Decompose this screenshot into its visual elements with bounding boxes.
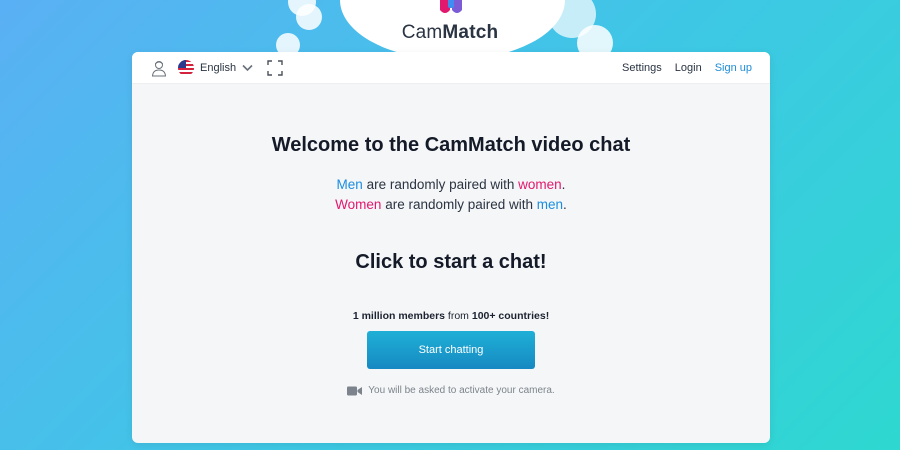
welcome-content: Welcome to the CamMatch video chat Men a… bbox=[132, 134, 770, 396]
men-word: men bbox=[536, 197, 564, 212]
chevron-down-icon bbox=[242, 64, 253, 72]
members-stat: 1 million members from 100+ countries! bbox=[132, 310, 770, 322]
language-label: English bbox=[200, 61, 237, 74]
countries-count: 100+ countries! bbox=[471, 310, 550, 322]
pairing-text: are randomly paired with bbox=[381, 197, 537, 212]
women-word: women bbox=[518, 177, 562, 192]
us-flag-icon bbox=[178, 59, 194, 76]
language-selector[interactable]: English bbox=[178, 59, 253, 76]
period: . bbox=[561, 177, 566, 192]
members-from: from bbox=[445, 310, 472, 322]
camera-note: You will be asked to activate your camer… bbox=[132, 385, 770, 396]
start-chatting-button[interactable]: Start chatting bbox=[367, 331, 535, 369]
main-panel: English Settings Login Sign up Welcome t… bbox=[132, 52, 770, 443]
pairing-line-men: Men are randomly paired with women. bbox=[132, 175, 770, 195]
cta-heading: Click to start a chat! bbox=[355, 251, 547, 273]
page-title: Welcome to the CamMatch video chat bbox=[271, 134, 631, 156]
brand-name[interactable]: CamMatch bbox=[0, 22, 900, 44]
login-link[interactable]: Login bbox=[675, 62, 702, 74]
signup-link[interactable]: Sign up bbox=[715, 62, 752, 74]
avatar-icon[interactable] bbox=[150, 59, 168, 77]
logo-icon bbox=[440, 0, 462, 13]
fullscreen-icon[interactable] bbox=[267, 59, 283, 76]
men-word: Men bbox=[336, 177, 363, 192]
settings-link[interactable]: Settings bbox=[622, 62, 662, 74]
camera-note-text: You will be asked to activate your camer… bbox=[368, 385, 555, 396]
pairing-info: Men are randomly paired with women. Wome… bbox=[132, 175, 770, 215]
period: . bbox=[563, 197, 567, 212]
video-camera-icon bbox=[347, 386, 363, 396]
top-bar: English Settings Login Sign up bbox=[132, 52, 770, 84]
members-count: 1 million members bbox=[352, 310, 446, 322]
pairing-line-women: Women are randomly paired with men. bbox=[132, 195, 770, 215]
brand-name-bold: Match bbox=[442, 22, 499, 43]
brand-name-light: Cam bbox=[401, 22, 443, 43]
women-word: Women bbox=[335, 197, 382, 212]
pairing-text: are randomly paired with bbox=[362, 177, 519, 192]
